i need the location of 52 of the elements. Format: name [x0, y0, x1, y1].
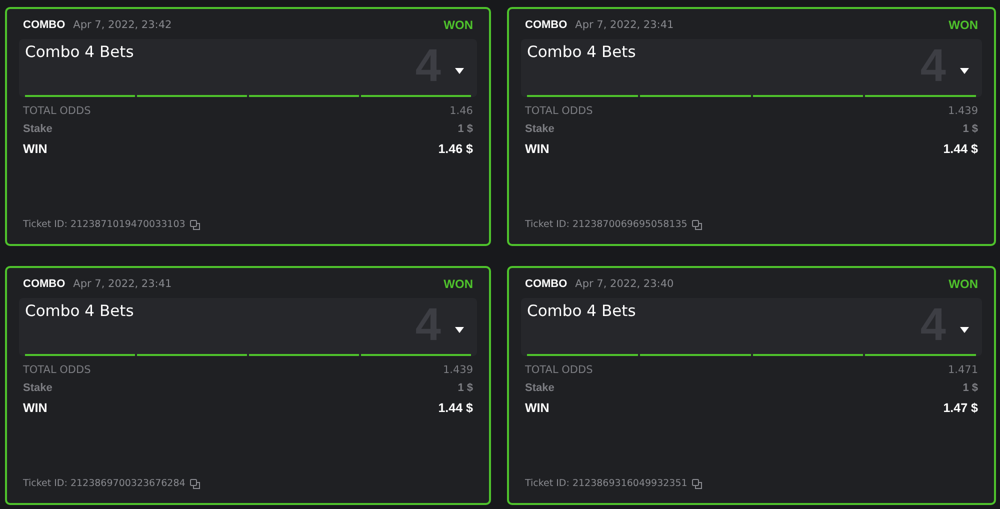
odds-label: TOTAL ODDS [23, 105, 91, 117]
stake-value: 1 $ [458, 382, 473, 394]
bet-type: COMBO [23, 278, 66, 290]
bet-date: Apr 7, 2022, 23:41 [73, 278, 172, 290]
caret-icon [455, 68, 464, 74]
bet-type: COMBO [23, 19, 66, 31]
stake-label: Stake [525, 123, 554, 135]
bet-title: Combo 4 Bets [527, 43, 636, 61]
stake-value: 1 $ [458, 123, 473, 135]
bet-title: Combo 4 Bets [25, 302, 134, 320]
stake-value: 1 $ [962, 382, 978, 394]
odds-value: 1.439 [948, 105, 978, 117]
bet-title: Combo 4 Bets [25, 43, 134, 61]
win-label: WIN [525, 142, 550, 156]
stake-label: Stake [23, 382, 52, 394]
bet-type: COMBO [525, 19, 568, 31]
win-label: WIN [23, 401, 48, 415]
ticket-id: Ticket ID: 2123871019470033103 [23, 219, 186, 230]
bet-type: COMBO [525, 278, 568, 290]
caret-icon [455, 327, 464, 333]
win-value: 1.47 $ [943, 401, 978, 415]
odds-value: 1.46 [450, 105, 473, 117]
caret-icon [960, 327, 969, 333]
odds-value: 1.471 [948, 364, 978, 376]
win-label: WIN [525, 401, 550, 415]
stake-label: Stake [23, 123, 52, 135]
odds-label: TOTAL ODDS [525, 364, 593, 376]
ticket-id: Ticket ID: 2123870069695058135 [525, 219, 688, 230]
copy-icon[interactable] [692, 220, 702, 230]
ticket-id: Ticket ID: 2123869316049932351 [525, 478, 688, 489]
odds-label: TOTAL ODDS [525, 105, 593, 117]
bet-status: WON [444, 277, 473, 291]
bet-date: Apr 7, 2022, 23:41 [575, 19, 674, 31]
win-value: 1.44 $ [438, 401, 473, 415]
stake-label: Stake [525, 382, 554, 394]
bet-status: WON [444, 18, 473, 32]
copy-icon[interactable] [190, 478, 200, 488]
bet-status: WON [948, 277, 978, 291]
ticket-id: Ticket ID: 2123869700323676284 [23, 478, 186, 489]
stake-value: 1 $ [962, 123, 978, 135]
caret-icon [960, 68, 969, 74]
odds-label: TOTAL ODDS [23, 364, 91, 376]
win-value: 1.44 $ [943, 142, 978, 156]
win-label: WIN [23, 142, 48, 156]
bet-date: Apr 7, 2022, 23:40 [575, 278, 674, 290]
bet-status: WON [948, 18, 978, 32]
odds-value: 1.439 [442, 364, 473, 376]
copy-icon[interactable] [190, 220, 200, 230]
bet-date: Apr 7, 2022, 23:42 [73, 19, 172, 31]
win-value: 1.46 $ [438, 142, 473, 156]
copy-icon[interactable] [692, 478, 702, 488]
bet-title: Combo 4 Bets [527, 302, 636, 320]
